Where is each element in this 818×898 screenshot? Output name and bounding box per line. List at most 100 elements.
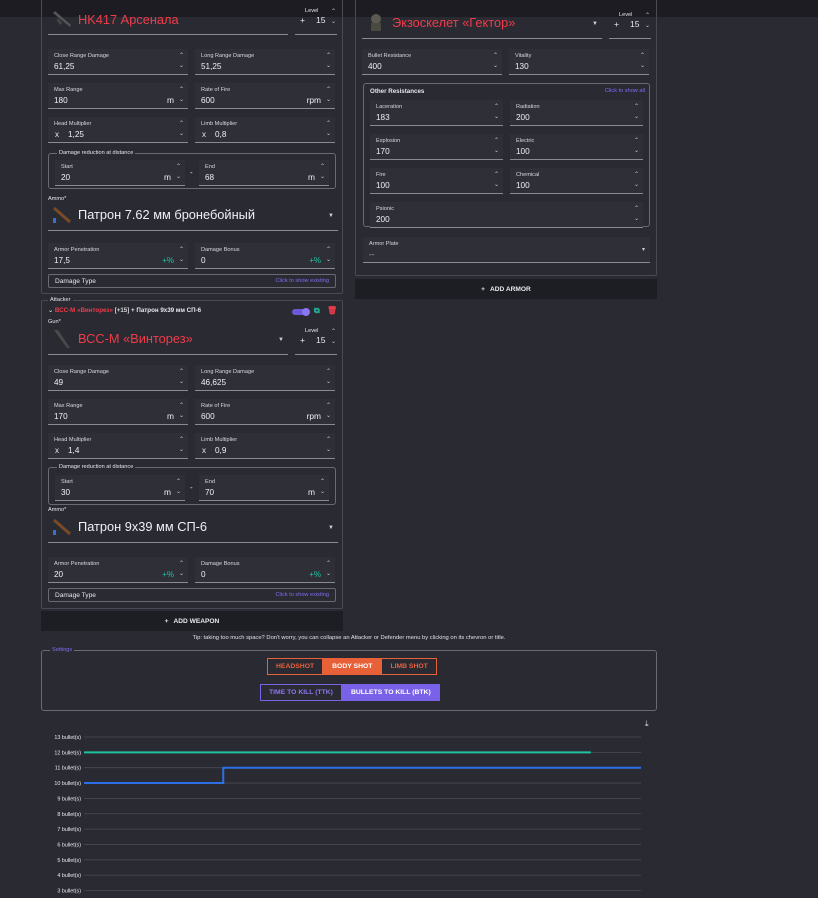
stepper-icon[interactable]: ⌃ ⌄: [175, 162, 182, 182]
chevron-down-icon: ▼: [278, 337, 284, 343]
stepper-icon[interactable]: ⌃ ⌄: [178, 119, 185, 139]
show-existing-link[interactable]: Click to show existing: [276, 592, 329, 598]
stepper-icon[interactable]: ⌃ ⌄: [492, 51, 499, 71]
stepper-icon[interactable]: ⌃ ⌄: [633, 204, 640, 224]
long-range-damage-field[interactable]: Long Range Damage 46,625 ⌃ ⌄: [195, 365, 335, 391]
max-range-field[interactable]: Max Range 180 m ⌃ ⌄: [48, 83, 188, 109]
stepper-icon[interactable]: ⌃ ⌄: [325, 367, 332, 387]
electric-field[interactable]: Electric 100 ⌃ ⌄: [510, 134, 643, 160]
explosion-field[interactable]: Explosion 170 ⌃ ⌄: [370, 134, 503, 160]
weapon-select[interactable]: HK417 Арсенала: [48, 3, 288, 35]
start-distance-field[interactable]: Start 20 m ⌃ ⌄: [55, 160, 185, 186]
ammo-select[interactable]: Патрон 7.62 мм бронебойный ▼: [48, 199, 338, 231]
max-range-field[interactable]: Max Range 170 m ⌃ ⌄: [48, 399, 188, 425]
armor-select[interactable]: Экзоскелет «Гектор» ▼: [362, 7, 602, 39]
end-distance-field[interactable]: End 70 m ⌃ ⌄: [199, 475, 329, 501]
level-plus-button[interactable]: +: [614, 19, 619, 29]
stepper-icon[interactable]: ⌃ ⌄: [178, 245, 185, 265]
y-tick-label: 7 bullet(s): [57, 827, 81, 833]
delete-icon[interactable]: 🗑: [327, 306, 337, 315]
stepper-icon[interactable]: ⌃ ⌄: [325, 85, 332, 105]
stepper-icon[interactable]: ⌃ ⌄: [178, 559, 185, 579]
stepper-icon[interactable]: ⌃ ⌄: [175, 477, 182, 497]
tab-time-to-kill-ttk[interactable]: TIME TO KILL (TTK): [260, 684, 342, 701]
level-plus-button[interactable]: +: [300, 335, 305, 345]
laceration-field[interactable]: Laceration 183 ⌃ ⌄: [370, 100, 503, 126]
add-weapon-button[interactable]: + ADD WEAPON: [41, 611, 343, 631]
stepper-icon[interactable]: ⌃ ⌄: [325, 245, 332, 265]
head-multiplier-field[interactable]: Head Multiplier x 1,4 ⌃ ⌄: [48, 433, 188, 459]
stepper-icon[interactable]: ⌃ ⌄: [178, 85, 185, 105]
ammo-select[interactable]: Патрон 9х39 мм СП-6 ▼: [48, 511, 338, 543]
stepper-icon[interactable]: ⌃ ⌄: [493, 170, 500, 190]
stepper-icon[interactable]: ⌃ ⌄: [325, 119, 332, 139]
bullet-resistance-field[interactable]: Bullet Resistance 400 ⌃ ⌄: [362, 49, 502, 75]
y-tick-label: 8 bullet(s): [57, 812, 81, 818]
start-distance-field[interactable]: Start 30 m ⌃ ⌄: [55, 475, 185, 501]
damage-bonus-field[interactable]: Damage Bonus 0 +% ⌃ ⌄: [195, 557, 335, 583]
stepper-icon[interactable]: ⌃ ⌄: [639, 51, 646, 71]
attacker-summary-row[interactable]: ⌄ ВСС-М «Винторез» [+15] + Патрон 9х39 м…: [48, 306, 338, 317]
settings-group: Settings HEADSHOT BODY SHOT LIMB SHOT TIME…: [41, 647, 657, 711]
stepper-icon[interactable]: ⌃ ⌄: [178, 367, 185, 387]
show-existing-link[interactable]: Click to show existing: [276, 278, 329, 284]
y-tick-label: 9 bullet(s): [57, 796, 81, 802]
rifle-icon: [54, 330, 70, 348]
stepper-icon[interactable]: ⌃ ⌄: [325, 51, 332, 71]
damage-bonus-field[interactable]: Damage Bonus 0 +% ⌃ ⌄: [195, 243, 335, 269]
stepper-icon[interactable]: ⌃ ⌄: [325, 435, 332, 455]
armor-plate-select[interactable]: Armor Plate -- ▾: [363, 237, 650, 263]
armor-penetration-field[interactable]: Armor Penetration 20 +% ⌃ ⌄: [48, 557, 188, 583]
tab-body-shot[interactable]: BODY SHOT: [323, 658, 382, 675]
chemical-field[interactable]: Chemical 100 ⌃ ⌄: [510, 168, 643, 194]
stepper-icon[interactable]: ⌃ ⌄: [178, 401, 185, 421]
psionic-field[interactable]: Psionic 200 ⌃ ⌄: [370, 202, 643, 228]
level-stepper[interactable]: Level + 15 ⌃ ⌄: [295, 323, 337, 355]
rifle-icon: [53, 11, 71, 27]
stepper-icon[interactable]: ⌃ ⌄: [325, 401, 332, 421]
stepper-icon[interactable]: ⌃ ⌄: [325, 559, 332, 579]
toggle-switch[interactable]: [292, 308, 310, 316]
stepper-icon[interactable]: ⌃ ⌄: [178, 435, 185, 455]
tab-bullets-to-kill-btk[interactable]: BULLETS TO KILL (BTK): [341, 684, 440, 701]
close-range-damage-field[interactable]: Close Range Damage 61,25 ⌃ ⌄: [48, 49, 188, 75]
stepper-icon[interactable]: ⌃ ⌄: [319, 477, 326, 497]
tab-limb-shot[interactable]: LIMB SHOT: [381, 658, 437, 675]
head-multiplier-field[interactable]: Head Multiplier x 1,25 ⌃ ⌄: [48, 117, 188, 143]
long-range-damage-field[interactable]: Long Range Damage 51,25 ⌃ ⌄: [195, 49, 335, 75]
damage-type-field[interactable]: Damage Type Click to show existing: [48, 588, 336, 602]
level-stepper[interactable]: Level + 15 ⌃ ⌄: [295, 3, 337, 35]
limb-multiplier-field[interactable]: Limb Multiplier x 0,9 ⌃ ⌄: [195, 433, 335, 459]
limb-multiplier-field[interactable]: Limb Multiplier x 0,8 ⌃ ⌄: [195, 117, 335, 143]
rate-of-fire-field[interactable]: Rate of Fire 600 rpm ⌃ ⌄: [195, 83, 335, 109]
weapon-select[interactable]: ВСС-М «Винторез» ▼: [48, 323, 288, 355]
level-chevron-icon[interactable]: ⌃ ⌄: [331, 7, 336, 27]
stepper-icon[interactable]: ⌃ ⌄: [493, 102, 500, 122]
show-all-link[interactable]: Click to show all: [605, 88, 645, 94]
exoskeleton-icon: [371, 14, 381, 31]
y-tick-label: 3 bullet(s): [57, 889, 81, 895]
damage-type-field[interactable]: Damage Type Click to show existing: [48, 274, 336, 288]
armor-penetration-field[interactable]: Armor Penetration 17,5 +% ⌃ ⌄: [48, 243, 188, 269]
level-stepper[interactable]: Level + 15 ⌃ ⌄: [609, 7, 651, 39]
level-chevron-icon[interactable]: ⌃ ⌄: [331, 327, 336, 347]
add-armor-button[interactable]: + ADD ARMOR: [355, 279, 657, 299]
rate-of-fire-field[interactable]: Rate of Fire 600 rpm ⌃ ⌄: [195, 399, 335, 425]
level-plus-button[interactable]: +: [300, 15, 305, 25]
fire-field[interactable]: Fire 100 ⌃ ⌄: [370, 168, 503, 194]
stepper-icon[interactable]: ⌃ ⌄: [493, 136, 500, 156]
stepper-icon[interactable]: ⌃ ⌄: [633, 136, 640, 156]
radiation-field[interactable]: Radiation 200 ⌃ ⌄: [510, 100, 643, 126]
tab-headshot[interactable]: HEADSHOT: [267, 658, 324, 675]
end-distance-field[interactable]: End 68 m ⌃ ⌄: [199, 160, 329, 186]
stepper-icon[interactable]: ⌃ ⌄: [319, 162, 326, 182]
level-chevron-icon[interactable]: ⌃ ⌄: [645, 11, 650, 31]
copy-icon[interactable]: ⧉: [314, 306, 320, 316]
stepper-icon[interactable]: ⌃ ⌄: [633, 102, 640, 122]
plus-icon: +: [481, 285, 486, 293]
stepper-icon[interactable]: ⌃ ⌄: [178, 51, 185, 71]
close-range-damage-field[interactable]: Close Range Damage 49 ⌃ ⌄: [48, 365, 188, 391]
stepper-icon[interactable]: ⌃ ⌄: [633, 170, 640, 190]
vitality-field[interactable]: Vitality 130 ⌃ ⌄: [509, 49, 649, 75]
collapse-chevron-icon[interactable]: ⌄: [48, 307, 53, 314]
